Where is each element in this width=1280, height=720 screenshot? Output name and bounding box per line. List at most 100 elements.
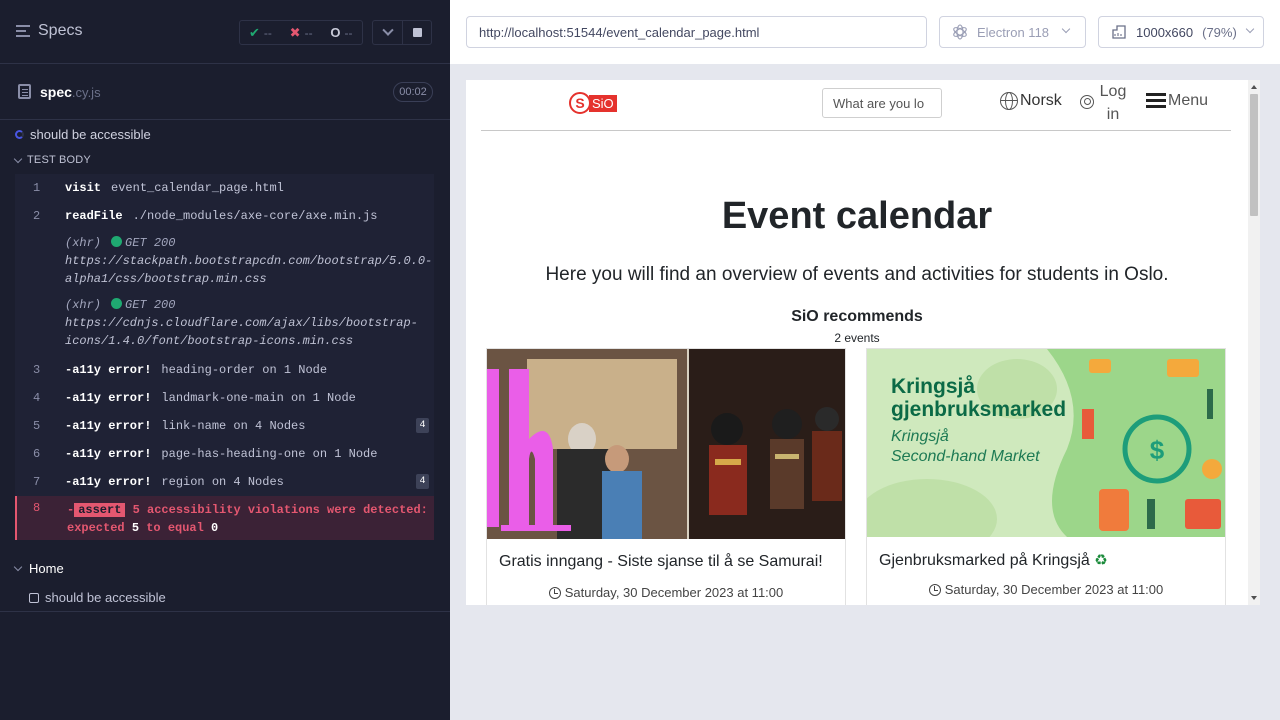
command-message: landmark-one-main on 1 Node	[161, 391, 356, 405]
app-viewport: S SiO What are you lo Norsk Log in Menu …	[466, 80, 1260, 605]
command-number: 4	[33, 391, 41, 405]
command-message: ./node_modules/axe-core/axe.min.js	[132, 209, 378, 223]
stop-icon	[412, 28, 422, 37]
expand-button[interactable]	[372, 20, 402, 45]
a11y-error-row[interactable]: 5 -a11y error! link-name on 4 Nodes 4	[15, 412, 434, 440]
suite-test[interactable]: should be accessible	[29, 590, 166, 605]
command-name: -a11y error!	[65, 391, 152, 405]
a11y-error-row[interactable]: 6 -a11y error! page-has-heading-one on 1…	[15, 440, 434, 468]
command-row[interactable]: 2 readFile ./node_modules/axe-core/axe.m…	[15, 202, 434, 230]
event-title[interactable]: Gratis inngang - Siste sjanse til å se S…	[499, 553, 823, 571]
assert-tag: assert	[74, 503, 126, 517]
chevron-down-icon	[381, 24, 394, 36]
test-title[interactable]: should be accessible	[15, 127, 151, 142]
search-input[interactable]: What are you lo	[822, 88, 942, 118]
file-icon	[18, 84, 31, 99]
svg-text:$: $	[1150, 435, 1165, 465]
xhr-status-line: (xhr) GET 200	[15, 236, 434, 250]
scroll-down-icon[interactable]	[1251, 596, 1257, 600]
test-body-toggle[interactable]: TEST BODY	[13, 154, 91, 166]
image-title-line: gjenbruksmarked	[891, 398, 1067, 421]
scroll-thumb[interactable]	[1250, 94, 1258, 216]
logo-mark: S	[569, 92, 591, 114]
command-number: 3	[33, 363, 41, 377]
xhr-url-line: https://cdnjs.cloudflare.com/ajax/libs/b…	[65, 316, 418, 330]
xhr-row[interactable]: (xhr) GET 200 https://cdnjs.cloudflare.co…	[15, 288, 434, 350]
site-navbar: S SiO What are you lo Norsk Log in Menu	[481, 80, 1231, 131]
page-title: Event calendar	[721, 195, 993, 237]
image-title: Kringsjå gjenbruksmarked	[891, 375, 1066, 421]
xhr-status-line: (xhr) GET 200	[15, 298, 434, 312]
clock-icon	[548, 586, 561, 599]
event-date: Saturday, 30 December 2023 at 11:00	[487, 585, 845, 600]
xhr-label: (xhr)	[65, 236, 102, 250]
reporter-panel: Specs ✔ -- ✖ -- O -- spec.cy.js 00:02 shoul…	[0, 0, 450, 720]
suite-test-label: should be accessible	[45, 590, 166, 605]
command-log: 1 visit event_calendar_page.html 2 readF…	[15, 174, 434, 540]
assert-line: 5 accessibility violations were detected…	[132, 503, 428, 517]
aut-header: http://localhost:51544/event_calendar_pa…	[450, 0, 1280, 64]
xhr-url: https://cdnjs.cloudflare.com/ajax/libs/b…	[15, 314, 434, 350]
event-date-text: Saturday, 30 December 2023 at 11:00	[564, 585, 784, 600]
test-title-label: should be accessible	[30, 127, 151, 142]
command-message: region on 4 Nodes	[161, 475, 284, 489]
spec-extension: .cy.js	[71, 85, 101, 100]
xhr-url-line: icons/1.4.0/font/bootstrap-icons.min.css	[65, 334, 354, 348]
command-row[interactable]: 1 visit event_calendar_page.html	[15, 174, 434, 202]
globe-icon	[1000, 92, 1018, 110]
menu-icon	[16, 25, 30, 37]
pending-test-icon	[29, 592, 39, 603]
failed-count: --	[304, 25, 313, 40]
specs-toggle-button[interactable]: Specs	[16, 22, 82, 40]
command-name: -a11y error!	[65, 447, 152, 461]
menu-button[interactable]: Menu	[1146, 92, 1208, 110]
command-message: heading-order on 1 Node	[161, 363, 328, 377]
command-number: 8	[33, 501, 41, 515]
assert-error-row[interactable]: 8 - assert 5 accessibility violations wer…	[15, 496, 434, 540]
stats-bar: ✔ -- ✖ -- O --	[239, 20, 363, 45]
status-dot-icon	[111, 236, 123, 247]
command-number: 6	[33, 447, 41, 461]
logo-text: SiO	[589, 94, 617, 112]
a11y-error-row[interactable]: 4 -a11y error! landmark-one-main on 1 No…	[15, 384, 434, 412]
chevron-down-icon	[13, 562, 23, 572]
assert-expected: 0	[211, 521, 219, 535]
command-number: 2	[33, 209, 41, 223]
xhr-status: GET 200	[125, 298, 176, 312]
suite-home[interactable]: Home	[13, 561, 64, 576]
event-card[interactable]: Gratis inngang - Siste sjanse til å se S…	[486, 348, 846, 605]
viewport-zoom: (79%)	[1202, 24, 1237, 40]
command-name: -a11y error!	[65, 419, 152, 433]
user-icon	[1080, 95, 1094, 109]
event-card[interactable]: $ Kringsjå gjenbruksmarked Kringsjå Seco…	[866, 348, 1226, 605]
login-link[interactable]: Log in	[1080, 80, 1128, 126]
reporter-header: Specs ✔ -- ✖ -- O --	[0, 0, 450, 64]
language-switch[interactable]: Norsk	[1000, 92, 1062, 110]
chevron-down-icon	[1061, 24, 1071, 34]
event-title[interactable]: Gjenbruksmarked på Kringsjå ♻	[879, 551, 1108, 570]
scroll-up-icon[interactable]	[1251, 85, 1257, 89]
viewport-selector[interactable]: 1000x660 (79%)	[1098, 16, 1264, 48]
browser-selector[interactable]: Electron 118	[939, 16, 1086, 48]
a11y-error-row[interactable]: 7 -a11y error! region on 4 Nodes 4	[15, 468, 434, 496]
xhr-url-line: https://stackpath.bootstrapcdn.com/boots…	[65, 254, 433, 268]
stop-button[interactable]	[402, 20, 432, 45]
assert-message: - assert 5 accessibility violations were …	[67, 501, 428, 540]
image-subtitle: Kringsjå Second-hand Market	[891, 427, 1040, 467]
page-lead: Here you will find an overview of events…	[545, 264, 1169, 285]
x-icon: ✖	[289, 24, 301, 40]
spec-bar: spec.cy.js 00:02	[0, 64, 450, 120]
hamburger-icon	[1146, 93, 1166, 109]
pending-icon: O	[330, 25, 341, 40]
xhr-row[interactable]: (xhr) GET 200 https://stackpath.bootstrap…	[15, 230, 434, 288]
login-label: Log in	[1099, 83, 1127, 123]
spec-name[interactable]: spec.cy.js	[40, 84, 101, 100]
test-body-label: TEST BODY	[27, 154, 91, 166]
command-name: visit	[65, 181, 102, 195]
node-count-badge: 4	[416, 418, 429, 433]
url-field[interactable]: http://localhost:51544/event_calendar_pa…	[466, 16, 927, 48]
a11y-error-row[interactable]: 3 -a11y error! heading-order on 1 Node	[15, 356, 434, 384]
page-scrollbar[interactable]	[1248, 80, 1260, 605]
electron-icon	[953, 24, 967, 40]
sio-logo[interactable]: S SiO	[569, 91, 623, 115]
